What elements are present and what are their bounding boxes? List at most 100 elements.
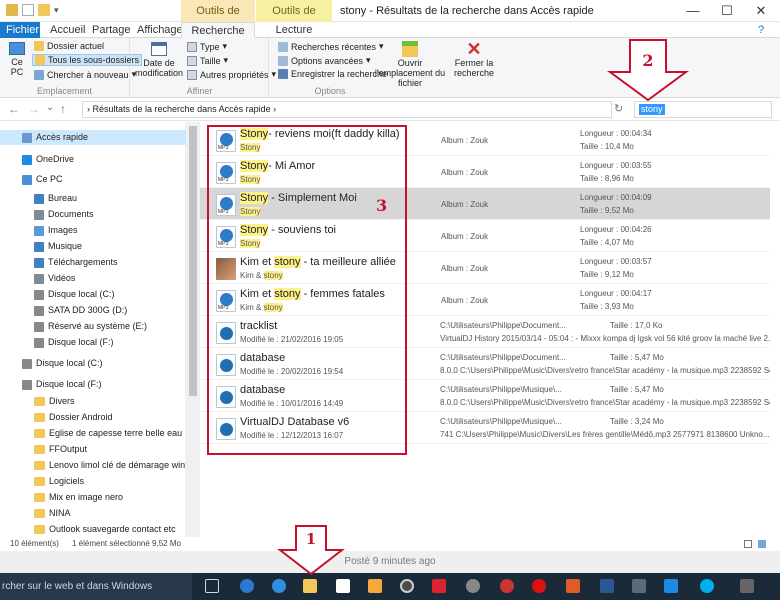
- address-bar[interactable]: › Résultats de la recherche dans Accès r…: [82, 101, 612, 118]
- tab-play[interactable]: Lecture: [256, 22, 332, 38]
- details-view-icon[interactable]: [744, 540, 752, 548]
- help-icon[interactable]: ?: [752, 22, 770, 38]
- sidebar-item-label: Disque local (C:): [36, 358, 103, 368]
- search-again-button[interactable]: Chercher à nouveau ▾: [34, 69, 136, 80]
- search-icon: [34, 69, 44, 80]
- chevron-down-icon: ▾: [222, 41, 228, 51]
- app-icon[interactable]: [466, 579, 480, 593]
- taskbar-search-box[interactable]: rcher sur le web et dans Windows: [0, 573, 192, 600]
- sidebar-item[interactable]: FFOutput: [34, 442, 87, 457]
- sidebar-item[interactable]: NINA: [34, 506, 71, 521]
- sidebar-item[interactable]: Disque local (C:): [22, 356, 103, 371]
- store-icon[interactable]: [336, 579, 350, 593]
- navigation-scrollbar-thumb[interactable]: [189, 126, 197, 396]
- search-input[interactable]: stony: [634, 101, 772, 118]
- internet-explorer-icon[interactable]: [272, 579, 286, 593]
- app-icon[interactable]: [566, 579, 580, 593]
- open-location-button[interactable]: Ouvrir l'emplacement du fichier: [374, 41, 446, 88]
- app-icon[interactable]: [432, 579, 446, 593]
- other-properties-button[interactable]: Autres propriétés ▾: [187, 69, 276, 80]
- tab-search[interactable]: Recherche: [181, 22, 255, 38]
- maximize-button[interactable]: ☐: [710, 0, 744, 22]
- sidebar-item[interactable]: Musique: [34, 239, 82, 254]
- sidebar-item[interactable]: Lenovo limol clé de démarage win .81: [34, 458, 200, 473]
- app-icon[interactable]: [632, 579, 646, 593]
- sidebar-item[interactable]: Documents: [34, 207, 94, 222]
- folder-icon: [34, 525, 45, 534]
- group-label-options: Options: [314, 86, 346, 96]
- size-button[interactable]: Taille ▾: [187, 55, 228, 66]
- save-search-button[interactable]: Enregistrer la recherche: [278, 69, 387, 79]
- close-button[interactable]: ✕: [744, 0, 778, 22]
- sidebar-item[interactable]: Eglise de capesse terre belle eau: [34, 426, 182, 441]
- sidebar-item[interactable]: OneDrive: [22, 152, 74, 167]
- drive-icon: [34, 305, 44, 316]
- app-icon[interactable]: [500, 579, 514, 593]
- result-size: Taille : 4,07 Mo: [580, 238, 634, 247]
- sidebar-item[interactable]: Mix en image nero: [34, 490, 123, 505]
- back-button[interactable]: ←: [8, 102, 20, 116]
- sidebar-item[interactable]: SATA DD 300G (D:): [34, 303, 127, 318]
- advanced-options-button[interactable]: Options avancées ▾: [278, 55, 371, 66]
- recent-locations-button[interactable]: ⌄: [46, 102, 54, 113]
- title-bar: ▾ Outils de recherche Outils de musique …: [0, 0, 780, 39]
- app-icon[interactable]: [740, 579, 754, 593]
- edge-icon[interactable]: [240, 579, 254, 593]
- tab-home[interactable]: Accueil: [44, 22, 91, 38]
- computer-icon: [22, 174, 32, 185]
- current-folder-button[interactable]: Dossier actuel: [34, 41, 104, 51]
- sidebar-item[interactable]: Ce PC: [22, 172, 63, 187]
- context-tab-music-tools: Outils de musique: [256, 0, 332, 39]
- sidebar-item[interactable]: Disque local (C:): [34, 287, 115, 302]
- forward-button[interactable]: →: [28, 102, 40, 116]
- date-modified-button[interactable]: Date de modification: [133, 42, 185, 78]
- sidebar-item[interactable]: Téléchargements: [34, 255, 118, 270]
- cloud-icon: [22, 154, 32, 165]
- refresh-button[interactable]: ↻: [614, 102, 623, 115]
- recent-searches-button[interactable]: Recherches récentes ▾: [278, 41, 384, 52]
- type-button[interactable]: Type ▾: [187, 41, 227, 52]
- sidebar-item[interactable]: Divers: [34, 394, 75, 409]
- app-icon[interactable]: [532, 579, 546, 593]
- sidebar-item[interactable]: Réservé au système (E:): [34, 319, 147, 334]
- skype-icon[interactable]: [700, 579, 714, 593]
- tab-share[interactable]: Partage: [86, 22, 137, 38]
- video-icon: [34, 273, 44, 284]
- sidebar-item[interactable]: Disque local (F:): [34, 335, 114, 350]
- task-view-icon[interactable]: [205, 579, 219, 593]
- close-search-button[interactable]: ✕ Fermer la recherche: [452, 40, 496, 78]
- sidebar-item[interactable]: Disque local (F:): [22, 377, 102, 392]
- ribbon-tabs: Fichier Accueil Partage Affichage Recher…: [0, 22, 780, 38]
- result-album: Album : Zouk: [441, 136, 489, 145]
- sidebar-item[interactable]: Logiciels: [34, 474, 84, 489]
- sidebar-item[interactable]: Vidéos: [34, 271, 75, 286]
- large-icons-view-icon[interactable]: [758, 540, 766, 548]
- sidebar-item[interactable]: Dossier Android: [34, 410, 113, 425]
- sidebar-item[interactable]: Images: [34, 223, 78, 238]
- result-album: Album : Zouk: [441, 264, 489, 273]
- this-pc-button[interactable]: Ce PC: [6, 42, 28, 77]
- file-explorer-icon[interactable]: [303, 579, 317, 593]
- word-icon[interactable]: [600, 579, 614, 593]
- up-button[interactable]: ↑: [60, 102, 66, 116]
- result-length: Longueur : 00:03:55: [580, 161, 652, 170]
- sidebar-item[interactable]: Accès rapide: [0, 130, 186, 145]
- media-player-icon[interactable]: [400, 579, 414, 593]
- all-subfolders-button[interactable]: Tous les sous-dossiers: [32, 54, 143, 66]
- app-icon[interactable]: [664, 579, 678, 593]
- result-album: Album : Zouk: [441, 232, 489, 241]
- tab-file[interactable]: Fichier: [0, 22, 40, 38]
- minimize-button[interactable]: —: [676, 0, 710, 22]
- media-icon[interactable]: [368, 579, 382, 593]
- sidebar-item[interactable]: Bureau: [34, 191, 77, 206]
- star-icon: [22, 132, 32, 143]
- properties-icon[interactable]: [22, 4, 34, 16]
- sidebar-item[interactable]: Outlook suavegarde contact etc: [34, 522, 176, 537]
- result-length: Longueur : 00:04:26: [580, 225, 652, 234]
- folder-icon: [34, 397, 45, 406]
- sidebar-item-label: Ce PC: [36, 174, 63, 184]
- result-album: Album : Zouk: [441, 168, 489, 177]
- chevron-down-icon[interactable]: ▾: [54, 4, 62, 16]
- new-folder-icon[interactable]: [38, 4, 50, 16]
- folder-icon: [34, 413, 45, 422]
